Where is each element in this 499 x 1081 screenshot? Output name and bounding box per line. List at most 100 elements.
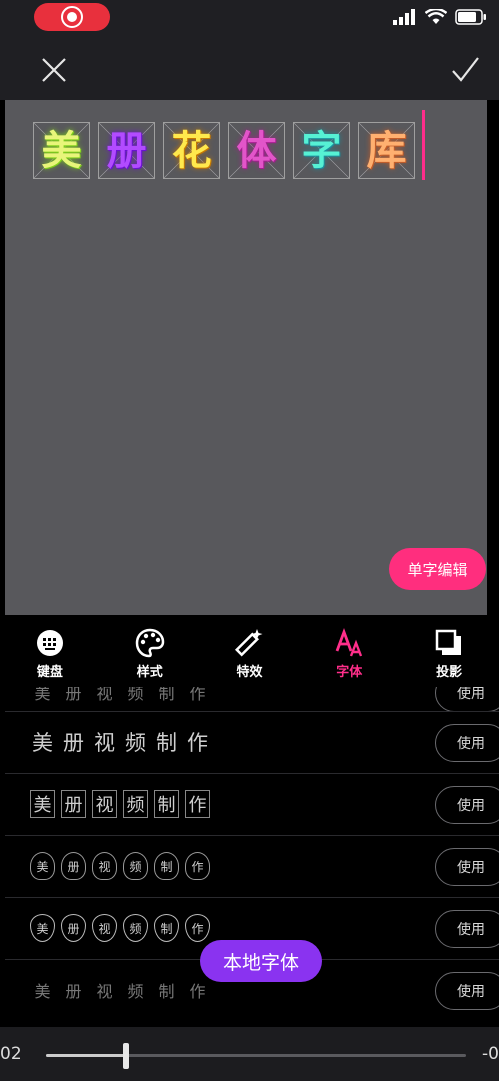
tool-magic-wand[interactable]: 特效	[200, 615, 300, 687]
glyph-box[interactable]: 美	[33, 122, 90, 179]
sample-char: 美	[30, 914, 55, 942]
screen-recording-indicator[interactable]	[34, 3, 110, 31]
use-font-button[interactable]: 使用	[435, 687, 499, 712]
current-time: 02	[0, 1044, 22, 1064]
glyph-box[interactable]: 体	[228, 122, 285, 179]
sample-char: 作	[185, 790, 210, 818]
sample-char: 视	[94, 731, 115, 755]
sample-char: 册	[61, 852, 86, 880]
sample-char: 册	[63, 731, 84, 755]
sample-char: 频	[123, 852, 148, 880]
sample-char: 美	[30, 790, 55, 818]
edited-text[interactable]: 美册花体字库	[33, 122, 415, 179]
tool-palette[interactable]: 样式	[100, 615, 200, 687]
glyph-box[interactable]: 花	[163, 122, 220, 179]
use-font-button[interactable]: 使用	[435, 786, 499, 824]
sample-char: 作	[185, 914, 210, 942]
font-sample: 美册视频制作	[30, 914, 210, 942]
scrub-handle[interactable]	[122, 1043, 129, 1069]
font-row[interactable]: 美册视频制作 使用	[5, 711, 499, 773]
video-scrubber: 02 -0	[0, 1027, 499, 1081]
keyboard-icon	[36, 630, 63, 656]
glyph-char: 库	[366, 127, 407, 174]
glyph-char: 体	[236, 127, 277, 174]
tool-label: 键盘	[36, 665, 63, 680]
glyph-char: 册	[106, 127, 147, 174]
sample-char: 册	[61, 914, 86, 942]
editor-toolbar: 键盘 样式 特效 字体 投影	[0, 615, 499, 687]
font-sample: 美册视频制作	[30, 976, 210, 1004]
glyph-char: 字	[301, 127, 342, 174]
font-sample: 美册视频制作	[30, 687, 210, 706]
record-icon	[61, 6, 83, 28]
glyph-box[interactable]: 册	[98, 122, 155, 179]
status-icons	[393, 9, 487, 25]
wifi-icon	[425, 9, 447, 24]
sample-char: 册	[65, 687, 82, 703]
sample-char: 视	[96, 687, 113, 703]
font-sample: 美册视频制作	[30, 728, 210, 756]
sample-char: 制	[154, 790, 179, 818]
use-font-button[interactable]: 使用	[435, 910, 499, 948]
sample-char: 频	[127, 687, 144, 703]
sample-char: 制	[158, 687, 175, 703]
sample-char: 频	[125, 731, 146, 755]
sample-char: 美	[30, 852, 55, 880]
sample-char: 美	[34, 982, 51, 1001]
text-canvas[interactable]: 美册花体字库 单字编辑	[5, 100, 487, 615]
palette-icon	[135, 628, 164, 658]
glyph-char: 美	[41, 127, 82, 174]
battery-icon	[455, 9, 486, 25]
tool-label: 投影	[436, 665, 463, 680]
glyph-box[interactable]: 字	[293, 122, 350, 179]
font-row[interactable]: 美册视频制作 使用	[5, 773, 499, 835]
font-sample: 美册视频制作	[30, 852, 210, 880]
signal-icon	[393, 9, 415, 25]
font-icon	[335, 627, 363, 657]
sample-char: 作	[187, 731, 208, 755]
sample-char: 频	[123, 790, 148, 818]
tool-label: 样式	[136, 665, 163, 680]
sample-char: 册	[65, 982, 82, 1001]
sample-char: 制	[154, 914, 179, 942]
sample-char: 频	[123, 914, 148, 942]
sample-char: 视	[92, 914, 117, 942]
shadow-icon	[435, 629, 462, 655]
sample-char: 制	[156, 731, 177, 755]
use-font-button[interactable]: 使用	[435, 724, 499, 762]
sample-char: 美	[34, 687, 51, 703]
status-bar	[0, 0, 499, 36]
glyph-box[interactable]: 库	[358, 122, 415, 179]
use-font-button[interactable]: 使用	[435, 848, 499, 886]
tool-label: 字体	[336, 665, 363, 680]
sample-char: 频	[127, 982, 144, 1001]
glyph-char: 花	[171, 127, 212, 174]
text-cursor	[422, 110, 425, 180]
single-char-edit-button[interactable]: 单字编辑	[389, 548, 486, 590]
sample-char: 制	[154, 852, 179, 880]
font-row[interactable]: 美册视频制作 使用	[5, 835, 499, 897]
sample-char: 册	[61, 790, 86, 818]
magic-wand-icon	[235, 629, 263, 657]
sample-char: 视	[92, 852, 117, 880]
close-icon[interactable]	[38, 54, 70, 86]
navigation-bar	[0, 36, 499, 100]
tool-font[interactable]: 字体	[299, 615, 399, 687]
sample-char: 美	[32, 731, 53, 755]
scrub-track[interactable]	[46, 1043, 466, 1069]
sample-char: 作	[189, 687, 206, 703]
tool-shadow[interactable]: 投影	[399, 615, 499, 687]
sample-char: 视	[96, 982, 113, 1001]
sample-char: 作	[185, 852, 210, 880]
scrub-progress	[46, 1054, 126, 1057]
font-sample: 美册视频制作	[30, 790, 210, 818]
sample-char: 作	[189, 982, 206, 1001]
remaining-time: -0	[482, 1044, 499, 1064]
checkmark-icon[interactable]	[449, 54, 481, 86]
sample-char: 视	[92, 790, 117, 818]
tool-keyboard[interactable]: 键盘	[0, 615, 100, 687]
sample-char: 制	[158, 982, 175, 1001]
use-font-button[interactable]: 使用	[435, 972, 499, 1010]
tool-label: 特效	[236, 665, 263, 680]
local-fonts-button[interactable]: 本地字体	[200, 940, 322, 982]
